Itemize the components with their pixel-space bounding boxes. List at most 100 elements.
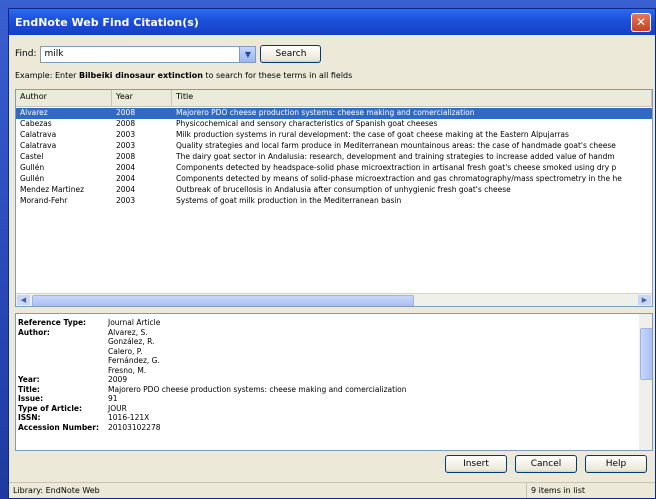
detail-row: Author: Alvarez, S. — [16, 328, 652, 338]
detail-label: Type of Article: — [18, 403, 82, 413]
table-row[interactable]: Gullén 2004 Components detected by means… — [16, 174, 652, 185]
row-title: Milk production systems in rural develop… — [176, 130, 569, 139]
table-row[interactable]: Alvarez 2008 Majorero PDO cheese product… — [16, 108, 652, 119]
table-row[interactable]: Cabezas 2008 Physicochemical and sensory… — [16, 119, 652, 130]
table-row[interactable]: Castel 2008 The dairy goat sector in And… — [16, 152, 652, 163]
row-title: Outbreak of brucellosis in Andalusia aft… — [176, 185, 511, 194]
row-title: Physicochemical and sensory characterist… — [176, 119, 438, 128]
detail-value: Majorero PDO cheese production systems: … — [108, 384, 407, 394]
insert-button[interactable]: Insert — [445, 455, 507, 473]
row-title: Systems of goat milk production in the M… — [176, 196, 402, 205]
details-list: Reference Type: Journal Article Author: Al… — [16, 314, 652, 432]
status-bar: Library: EndNote Web 9 items in list — [9, 482, 655, 498]
find-input[interactable] — [41, 49, 238, 59]
search-button[interactable]: Search — [260, 45, 322, 63]
detail-value: 2009 — [108, 375, 128, 384]
detail-label — [16, 356, 108, 366]
row-author: Calatrava — [20, 130, 57, 139]
row-year: 2004 — [116, 163, 136, 172]
status-library: Library: EndNote Web — [13, 486, 100, 495]
reference-details: Reference Type: Journal Article Author: Al… — [15, 313, 653, 451]
detail-label — [16, 347, 108, 357]
row-author: Gullén — [20, 163, 45, 172]
search-example: Example: Enter Bilbeiki dinosaur extinct… — [15, 71, 352, 80]
row-author: Morand-Fehr — [20, 196, 68, 205]
column-title[interactable]: Title — [172, 90, 652, 106]
detail-label — [16, 366, 108, 376]
detail-value: Calero, P. — [108, 346, 143, 356]
detail-value: JOUR — [108, 403, 127, 413]
detail-value: González, R. — [108, 337, 155, 346]
row-year: 2008 — [116, 152, 136, 161]
find-label: Find: — [15, 49, 37, 59]
detail-label — [16, 337, 108, 347]
detail-value: 1016-121X — [108, 413, 150, 422]
detail-label: Title: — [18, 384, 40, 394]
row-title: Components detected by means of solid-ph… — [176, 174, 622, 183]
detail-row: Fresno, M. — [16, 366, 652, 376]
table-row[interactable]: Calatrava 2003 Quality strategies and lo… — [16, 141, 652, 152]
row-author: Cabezas — [20, 119, 52, 128]
results-list[interactable]: Author Year Title Alvarez 2008 Majorero … — [15, 89, 653, 307]
table-row[interactable]: Gullén 2004 Components detected by heads… — [16, 163, 652, 174]
find-row: Find: ▼ Search — [15, 45, 322, 63]
detail-value: 20103102278 — [108, 422, 161, 432]
detail-value: Alvarez, S. — [108, 327, 148, 337]
dialog-buttons: Insert Cancel Help — [445, 455, 647, 473]
row-year: 2003 — [116, 196, 136, 205]
row-title: Majorero PDO cheese production systems: … — [176, 108, 475, 117]
find-combobox[interactable]: ▼ — [40, 45, 257, 63]
chevron-down-icon[interactable]: ▼ — [239, 46, 256, 62]
row-year: 2004 — [116, 185, 136, 194]
detail-label: Author: — [18, 327, 50, 337]
status-count: 9 items in list — [526, 483, 655, 498]
detail-label: Year: — [18, 375, 40, 384]
results-header: Author Year Title — [16, 90, 652, 107]
row-title: The dairy goat sector in Andalusia: rese… — [176, 152, 615, 161]
detail-value: Journal Article — [108, 318, 161, 327]
row-year: 2008 — [116, 108, 136, 117]
table-row[interactable]: Mendez Martinez 2004 Outbreak of brucell… — [16, 185, 652, 196]
window-title: EndNote Web Find Citation(s) — [15, 15, 199, 29]
detail-value: Fernández, G. — [108, 356, 160, 365]
table-row[interactable]: Morand-Fehr 2003 Systems of goat milk pr… — [16, 196, 652, 207]
row-title: Components detected by headspace-solid p… — [176, 163, 617, 172]
detail-row: Fernández, G. — [16, 356, 652, 366]
detail-value: Fresno, M. — [108, 365, 147, 375]
detail-label: ISSN: — [18, 413, 41, 422]
column-author[interactable]: Author — [16, 90, 112, 106]
row-year: 2004 — [116, 174, 136, 183]
row-author: Alvarez — [20, 108, 48, 117]
detail-row: González, R. — [16, 337, 652, 347]
row-title: Quality strategies and local farm produc… — [176, 141, 616, 150]
column-year[interactable]: Year — [112, 90, 172, 106]
detail-value: 91 — [108, 394, 118, 403]
detail-row: Title: Majorero PDO cheese production sys… — [16, 385, 652, 395]
results-rows: Alvarez 2008 Majorero PDO cheese product… — [16, 107, 652, 207]
scrollbar-thumb[interactable] — [32, 295, 414, 306]
row-author: Calatrava — [20, 141, 57, 150]
detail-row: Accession Number: 20103102278 — [16, 423, 652, 433]
vertical-scrollbar[interactable] — [639, 314, 652, 450]
row-year: 2008 — [116, 119, 136, 128]
help-button[interactable]: Help — [585, 455, 647, 473]
row-year: 2003 — [116, 130, 136, 139]
row-author: Mendez Martinez — [20, 185, 85, 194]
detail-row: Reference Type: Journal Article — [16, 318, 652, 328]
scroll-left-icon[interactable]: ◀ — [17, 295, 30, 305]
example-terms: Bilbeiki dinosaur extinction — [78, 71, 203, 80]
find-citation-dialog: EndNote Web Find Citation(s) ✕ Find: ▼ S… — [8, 8, 656, 499]
detail-row: Calero, P. — [16, 347, 652, 357]
scroll-right-icon[interactable]: ▶ — [638, 295, 651, 305]
detail-label: Issue: — [18, 394, 44, 403]
title-bar: EndNote Web Find Citation(s) ✕ — [9, 9, 655, 35]
row-author: Castel — [20, 152, 44, 161]
table-row[interactable]: Calatrava 2003 Milk production systems i… — [16, 130, 652, 141]
detail-row: Issue: 91 — [16, 394, 652, 404]
scrollbar-thumb[interactable] — [640, 328, 652, 380]
cancel-button[interactable]: Cancel — [515, 455, 577, 473]
detail-row: ISSN: 1016-121X — [16, 413, 652, 423]
example-suffix: to search for these terms in all fields — [202, 71, 353, 80]
close-icon[interactable]: ✕ — [631, 12, 651, 32]
horizontal-scrollbar[interactable]: ◀ ▶ — [16, 293, 652, 306]
